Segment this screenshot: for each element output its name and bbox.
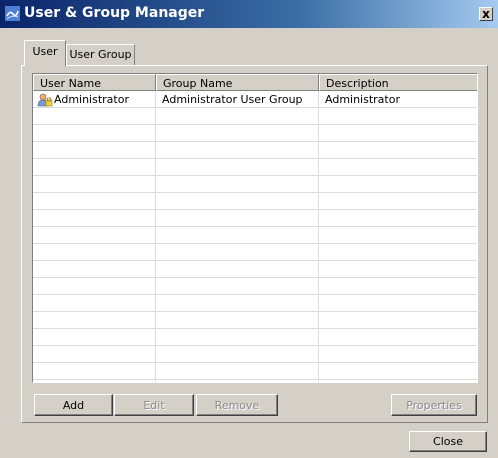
title-close-button[interactable]: x [479, 7, 493, 21]
user-group-manager-window: User & Group Manager x User User Group U… [0, 0, 498, 458]
user-name-text: Administrator [54, 93, 129, 106]
properties-button[interactable]: Properties [391, 394, 477, 416]
cell-user-name: Administrator [33, 91, 155, 108]
column-header-user-name[interactable]: User Name [33, 74, 156, 91]
column-header-description[interactable]: Description [319, 74, 477, 91]
add-button[interactable]: Add [34, 394, 113, 416]
group-name-text: Administrator User Group [162, 93, 303, 106]
table-row[interactable]: Administrator Administrator User Group A… [33, 91, 477, 108]
column-header-user-name-label: User Name [40, 77, 102, 90]
title-bar[interactable]: User & Group Manager x [0, 0, 498, 28]
app-icon [5, 6, 20, 21]
close-button[interactable]: Close [409, 431, 487, 452]
tab-user-group-label: User Group [69, 48, 132, 61]
column-header-group-name[interactable]: Group Name [156, 74, 319, 91]
tab-user-label: User [32, 45, 58, 58]
list-grid-lines [33, 91, 477, 382]
admin-user-icon [37, 93, 53, 107]
column-header-description-label: Description [326, 77, 389, 90]
remove-button[interactable]: Remove [196, 394, 278, 416]
description-text: Administrator [325, 93, 400, 106]
cell-group-name: Administrator User Group [156, 91, 319, 108]
window-title: User & Group Manager [24, 5, 205, 21]
tab-user[interactable]: User [24, 40, 66, 66]
tab-user-group[interactable]: User Group [66, 44, 135, 66]
cell-description: Administrator [319, 91, 477, 108]
edit-button[interactable]: Edit [114, 394, 194, 416]
user-list[interactable]: User Name Group Name Description Adminis… [32, 73, 478, 383]
column-header-group-name-label: Group Name [163, 77, 233, 90]
close-icon: x [482, 7, 490, 21]
list-header: User Name Group Name Description [33, 74, 477, 91]
